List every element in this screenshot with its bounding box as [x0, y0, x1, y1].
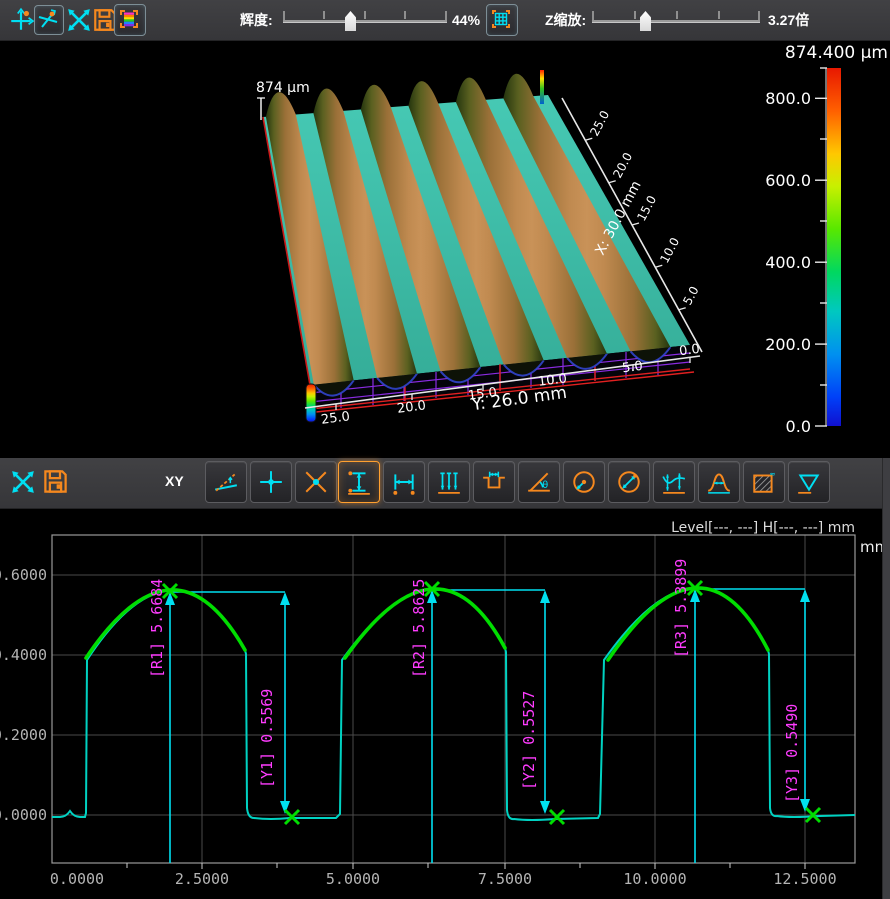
svg-text:0.6000: 0.6000: [0, 566, 47, 584]
level-status: Level[---, ---] H[---, ---] mm: [671, 520, 855, 536]
fit-profile-icon[interactable]: [10, 469, 36, 495]
horizontal-width-icon: [391, 469, 417, 495]
z-zoom-label: Z缩放:: [545, 0, 586, 40]
tool-intersection-button[interactable]: [295, 461, 337, 503]
svg-text:20.0: 20.0: [610, 150, 635, 180]
diameter-icon: [616, 469, 642, 495]
tool-flatness-button[interactable]: [788, 461, 830, 503]
svg-text:200.0: 200.0: [765, 335, 811, 354]
brightness-slider-thumb[interactable]: [345, 11, 356, 31]
top-toolbar: 辉度: 44% Z缩放:: [0, 0, 890, 41]
angle-theta-icon: θ: [526, 469, 552, 495]
rotate-3d-icon: [36, 7, 60, 31]
profile-plot[interactable]: Level[---, ---] H[---, ---] mm mm 0.6000…: [0, 508, 890, 899]
z-post-back: [540, 70, 544, 104]
tool-radius-button[interactable]: [563, 461, 605, 503]
colorbar: 874.400 μm 800.0 600.0 400.0 200.0 0.0: [765, 43, 888, 436]
profile-trace: [52, 588, 855, 820]
svg-text:0.0000: 0.0000: [0, 806, 47, 824]
z-zoom-slider-track[interactable]: [592, 20, 760, 23]
tool-diameter-button[interactable]: [608, 461, 650, 503]
tool-area-button[interactable]: ≈: [743, 461, 785, 503]
tool-multi-height-button[interactable]: [428, 461, 470, 503]
svg-text:25.0: 25.0: [587, 108, 612, 138]
tool-width-button[interactable]: [383, 461, 425, 503]
svg-text:0.0000: 0.0000: [50, 870, 104, 888]
tool-height-button[interactable]: [338, 461, 380, 503]
tool-peak-valley-button[interactable]: [653, 461, 695, 503]
svg-text:25.0: 25.0: [320, 409, 351, 428]
colorbar-gradient: [827, 68, 841, 426]
flatness-icon: [796, 469, 822, 495]
color-palette-icon: [117, 7, 141, 31]
angle-line-icon: [213, 469, 239, 495]
tool-peak-width-button[interactable]: [698, 461, 740, 503]
peak-width-icon: [706, 469, 732, 495]
label-r1: [R1] 5.6684: [148, 579, 166, 678]
z-post-front: [306, 384, 316, 422]
profile-header: Level[---, ---] H[---, ---] mm mm: [671, 520, 889, 556]
plot-border: [52, 535, 855, 863]
svg-text:600.0: 600.0: [765, 171, 811, 190]
svg-text:10.0000: 10.0000: [623, 870, 686, 888]
pan-axes-icon[interactable]: [8, 7, 34, 33]
svg-text:0.0: 0.0: [786, 417, 811, 436]
panel-splitter[interactable]: [882, 458, 890, 899]
grid-toggle-button[interactable]: [486, 4, 518, 36]
svg-text:7.5000: 7.5000: [478, 870, 532, 888]
svg-text:5.0000: 5.0000: [326, 870, 380, 888]
svg-text:5.0: 5.0: [680, 284, 701, 307]
area-icon: ≈: [751, 469, 777, 495]
z-zoom-value: 3.27倍: [768, 0, 809, 40]
z-zoom-slider[interactable]: [592, 11, 760, 31]
svg-text:θ: θ: [542, 480, 548, 491]
peak-valley-icon: [661, 469, 687, 495]
svg-text:5.0: 5.0: [621, 359, 643, 377]
multi-height-icon: [436, 469, 462, 495]
svg-text:12.5000: 12.5000: [773, 870, 836, 888]
fit-view-icon[interactable]: [66, 7, 92, 33]
brightness-value: 44%: [452, 0, 480, 40]
grid-icon: [489, 7, 513, 31]
point-cross-icon: [258, 469, 284, 495]
svg-text:≈: ≈: [769, 470, 775, 479]
brightness-slider-track[interactable]: [283, 20, 447, 23]
intersection-icon: [303, 469, 329, 495]
svg-text:0.4000: 0.4000: [0, 646, 47, 664]
svg-text:2.5000: 2.5000: [175, 870, 229, 888]
palette-button[interactable]: [114, 4, 146, 36]
radius-icon: [571, 469, 597, 495]
profile-y-ticks: 0.6000 0.4000 0.2000 0.0000: [0, 566, 47, 824]
svg-text:10.0: 10.0: [657, 235, 682, 265]
save-profile-icon[interactable]: [42, 468, 69, 495]
surface-3d: 874 μm 25.0 20.0 15.0 10.0 5.0 0.0 Y: 26…: [256, 70, 702, 428]
tool-point-button[interactable]: [250, 461, 292, 503]
tool-angle-button[interactable]: θ: [518, 461, 560, 503]
svg-text:800.0: 800.0: [765, 89, 811, 108]
svg-text:20.0: 20.0: [396, 398, 427, 417]
label-y2: [Y2] 0.5527: [520, 691, 538, 790]
colorbar-title: 874.400 μm: [785, 43, 888, 63]
step-width-icon: [481, 469, 507, 495]
svg-text:0.2000: 0.2000: [0, 726, 47, 744]
view-3d[interactable]: 874 μm 25.0 20.0 15.0 10.0 5.0 0.0 Y: 26…: [0, 40, 890, 458]
z-height-label: 874 μm: [256, 80, 310, 96]
label-r3: [R3] 5.3899: [672, 559, 690, 658]
tool-angle-line-button[interactable]: [205, 461, 247, 503]
profile-x-ticks: 0.0000 2.5000 5.0000 7.5000 10.0000 12.5…: [50, 870, 837, 888]
brightness-label: 辉度:: [240, 0, 273, 40]
profilometer-app: 辉度: 44% Z缩放:: [0, 0, 890, 899]
label-y1: [Y1] 0.5569: [258, 689, 276, 788]
z-zoom-slider-thumb[interactable]: [640, 11, 651, 31]
profile-grid: [52, 535, 855, 863]
label-y3: [Y3] 0.5490: [783, 704, 801, 803]
svg-text:400.0: 400.0: [765, 253, 811, 272]
label-r2: [R2] 5.8625: [410, 579, 428, 678]
xy-checkbox-label: XY: [165, 461, 184, 501]
brightness-slider[interactable]: [283, 11, 447, 31]
rotate-3d-button[interactable]: [34, 5, 64, 35]
vertical-height-icon: [346, 469, 372, 495]
tool-step-width-button[interactable]: [473, 461, 515, 503]
axis-minor-ticks: [127, 863, 805, 869]
